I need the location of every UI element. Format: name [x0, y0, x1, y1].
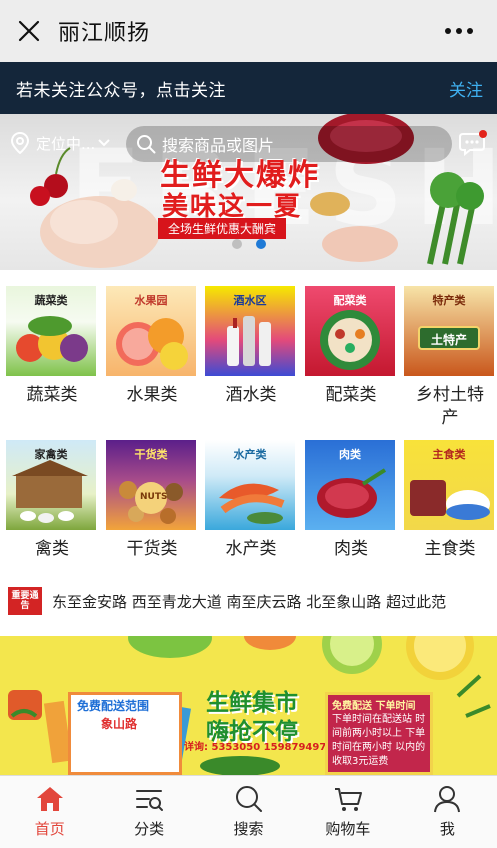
category-item[interactable]: 水产类 水产类: [205, 440, 297, 561]
category-image: 干货类 NUTS: [106, 440, 196, 530]
category-image: 水果园: [106, 286, 196, 376]
follow-banner[interactable]: 若未关注公众号，点击关注 关注: [0, 62, 497, 114]
location-pin-icon: [10, 132, 30, 154]
tab-label: 首页: [34, 820, 65, 838]
category-label: 肉类: [334, 539, 368, 559]
more-button[interactable]: [439, 18, 479, 44]
category-item[interactable]: 家禽类 禽类: [6, 440, 98, 561]
category-image: 主食类: [404, 440, 494, 530]
category-item[interactable]: 干货类 NUTS 干货类: [106, 440, 198, 561]
category-label: 水产类: [225, 539, 277, 559]
category-item[interactable]: 酒水区 酒水类: [205, 286, 297, 407]
category-label: 禽类: [35, 539, 69, 559]
category-label: 水果类: [126, 385, 178, 405]
delivery-range-title: 免费配送范围: [77, 699, 150, 713]
delivery-time-board: 免费配送 下单时间 下单时间在配送站 时间前两小时以上 下单时间在两小时 以内的…: [325, 692, 433, 775]
tab-category[interactable]: 分类: [99, 776, 198, 848]
message-bubble-icon: [459, 130, 487, 157]
user-icon: [434, 786, 461, 813]
category-label: 蔬菜类: [26, 385, 78, 405]
delivery-range-road: 象山路: [101, 717, 138, 731]
chevron-down-icon: [98, 139, 111, 147]
location-label: 定位中...: [36, 134, 96, 153]
hero-ribbon: 全场生鲜优惠大酬宾: [158, 218, 287, 239]
follow-banner-text: 若未关注公众号，点击关注: [16, 80, 226, 101]
tab-home[interactable]: 首页: [0, 776, 99, 848]
notice-bar[interactable]: 重要通告 东至金安路 西至青龙大道 南至庆云路 北至象山路 超过此范: [0, 580, 497, 622]
delivery-time-text: 下单时间在配送站 时间前两小时以上 下单时间在两小时 以内的收取3元运费: [332, 714, 426, 767]
notification-dot: [479, 130, 487, 138]
nuts-label: NUTS: [140, 492, 168, 502]
page-title: 丽江顺扬: [58, 21, 151, 46]
category-image: 特产类 土特产: [404, 286, 494, 376]
tab-label: 搜索: [233, 820, 264, 838]
tab-label: 我: [439, 820, 455, 838]
category-item[interactable]: 配菜类 配菜类: [305, 286, 397, 407]
delivery-time-title: 免费配送 下单时间: [332, 701, 416, 712]
location-selector[interactable]: 定位中...: [10, 132, 111, 154]
category-icon: [136, 790, 164, 811]
cart-icon: [334, 788, 362, 811]
category-image: 家禽类: [6, 440, 96, 530]
tab-label: 购物车: [325, 820, 371, 838]
category-item[interactable]: 主食类 主食类: [404, 440, 496, 561]
delivery-range-card: 免费配送范围 象山路: [68, 692, 182, 775]
tab-search[interactable]: 搜索: [199, 776, 298, 848]
notice-badge: 重要通告: [8, 587, 42, 615]
hero-banner[interactable]: FRESH 定位中... 搜索商品或图片 生鲜大爆炸 美味这一夏 全场生鲜优惠大…: [0, 114, 497, 270]
category-image-tag: 特产类: [432, 294, 466, 307]
tab-me[interactable]: 我: [398, 776, 497, 848]
category-item[interactable]: 肉类 肉类: [305, 440, 397, 561]
category-item[interactable]: 水果园 水果类: [106, 286, 198, 407]
category-label: 乡村土特产: [416, 385, 484, 428]
title-bar: 丽江顺扬: [0, 0, 497, 62]
category-image: 酒水区: [205, 286, 295, 376]
tab-label: 分类: [134, 820, 165, 838]
category-label: 酒水类: [225, 385, 277, 405]
specialty-sign: 土特产: [418, 326, 480, 350]
category-image: 配菜类: [305, 286, 395, 376]
category-label: 主食类: [424, 539, 476, 559]
search-icon: [235, 786, 262, 812]
message-button[interactable]: [459, 130, 487, 160]
carousel-dot-1[interactable]: [232, 239, 242, 249]
category-image: 肉类: [305, 440, 395, 530]
category-label: 配菜类: [325, 385, 377, 405]
close-icon: [18, 20, 40, 42]
promo-banner[interactable]: 生鲜集市 嗨抢不停 详询: 5353050 15987949736 免费配送范围…: [0, 636, 497, 775]
search-icon: [137, 135, 156, 154]
category-item[interactable]: 蔬菜类 蔬菜类: [6, 286, 98, 407]
promo-phone: 详询: 5353050 15987949736: [184, 742, 341, 753]
tab-cart[interactable]: 购物车: [298, 776, 397, 848]
category-item[interactable]: 特产类 土特产 乡村土特产: [404, 286, 496, 430]
tab-bar: 首页 分类 搜索 购物车 我: [0, 775, 497, 848]
close-button[interactable]: [0, 0, 58, 62]
more-icon: [445, 28, 473, 34]
home-icon: [36, 787, 63, 811]
category-image: 蔬菜类: [6, 286, 96, 376]
category-label: 干货类: [126, 539, 178, 559]
notice-text: 东至金安路 西至青龙大道 南至庆云路 北至象山路 超过此范: [52, 592, 447, 611]
follow-button[interactable]: 关注: [449, 76, 483, 101]
category-image: 水产类: [205, 440, 295, 530]
carousel-dot-2[interactable]: [256, 239, 266, 249]
